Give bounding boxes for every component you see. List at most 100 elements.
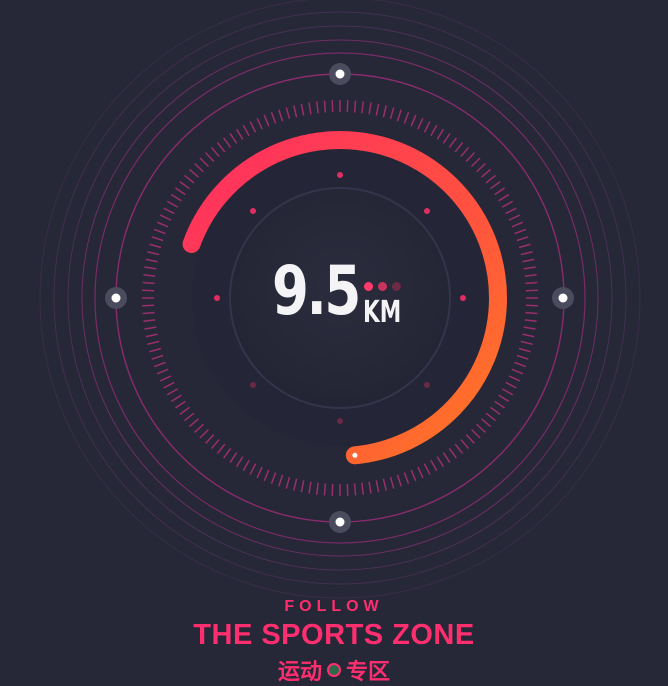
tick-mark <box>437 457 443 467</box>
tick-mark <box>383 105 386 117</box>
inner-dot <box>250 382 256 388</box>
tick-mark <box>195 424 204 432</box>
tick-mark <box>324 483 325 495</box>
tick-mark <box>147 252 159 255</box>
tick-mark <box>189 419 198 427</box>
tick-mark <box>369 102 371 114</box>
tick-mark <box>517 237 528 241</box>
tick-mark <box>455 143 462 152</box>
tick-mark <box>200 158 208 166</box>
tick-mark <box>185 413 194 420</box>
inner-dot <box>460 295 466 301</box>
tick-mark <box>461 147 469 156</box>
tick-mark <box>257 118 262 129</box>
tick-mark <box>455 444 462 453</box>
tick-mark <box>264 470 269 481</box>
tick-mark <box>279 475 283 486</box>
tick-mark <box>157 369 168 374</box>
tick-mark <box>294 105 297 117</box>
tick-mark <box>144 267 156 269</box>
tick-mark <box>195 164 204 172</box>
tick-mark <box>143 275 155 276</box>
tick-mark <box>383 479 386 491</box>
tick-mark <box>180 407 190 414</box>
tick-mark <box>154 229 165 233</box>
tick-mark <box>250 122 255 133</box>
tick-mark <box>175 401 185 408</box>
tick-mark <box>230 133 237 143</box>
tick-mark <box>522 334 534 336</box>
inner-dot <box>337 172 343 178</box>
sports-zone-title: THE SPORTS ZONE <box>0 619 668 652</box>
tick-mark <box>466 435 474 444</box>
tick-mark <box>271 112 275 123</box>
tick-mark <box>431 460 437 470</box>
tick-mark <box>524 327 536 329</box>
tick-mark <box>390 107 393 119</box>
tick-mark <box>376 104 378 116</box>
tick-mark <box>164 208 175 213</box>
distance-unit: KM <box>363 298 401 328</box>
tick-mark <box>525 282 537 283</box>
cn-left-text: 运动 <box>278 654 322 686</box>
node-left <box>105 287 127 309</box>
tick-mark <box>175 188 185 195</box>
tick-mark <box>355 101 356 113</box>
tick-mark <box>154 362 165 366</box>
tick-mark <box>437 129 443 139</box>
tick-mark <box>211 147 219 156</box>
tick-mark <box>490 182 500 189</box>
tick-mark <box>443 133 450 143</box>
tick-mark <box>217 143 224 152</box>
tick-mark <box>404 112 408 123</box>
tick-mark <box>509 215 520 220</box>
inner-dot <box>424 382 430 388</box>
tick-mark <box>449 448 456 458</box>
tick-mark <box>264 115 269 126</box>
dot-indicator <box>364 282 373 291</box>
tick-mark <box>490 407 500 414</box>
tick-mark <box>309 102 311 114</box>
tick-mark <box>424 464 429 475</box>
tick-mark <box>404 473 408 484</box>
tick-mark <box>499 195 509 201</box>
tick-mark <box>486 413 495 420</box>
tick-mark <box>143 320 155 321</box>
tick-mark <box>411 470 416 481</box>
tick-mark <box>286 477 289 489</box>
tick-mark <box>271 473 275 484</box>
tick-mark <box>411 115 416 126</box>
tick-mark <box>147 341 159 344</box>
tick-mark <box>206 153 214 162</box>
tick-mark <box>524 267 536 269</box>
tick-mark <box>424 122 429 133</box>
tick-mark <box>525 275 537 276</box>
tick-mark <box>481 419 490 427</box>
tick-mark <box>376 480 378 492</box>
tick-mark <box>146 334 158 336</box>
tick-mark <box>301 480 303 492</box>
tick-mark <box>506 208 517 213</box>
inner-dot <box>250 208 256 214</box>
cn-right-text: 专区 <box>346 654 390 686</box>
tick-mark <box>362 483 363 495</box>
tick-mark <box>521 341 533 344</box>
tick-mark <box>390 477 393 489</box>
tick-mark <box>515 362 526 366</box>
tick-mark <box>309 482 311 494</box>
tick-mark <box>286 107 289 119</box>
tick-mark <box>466 153 474 162</box>
tick-mark <box>317 101 318 113</box>
tick-mark <box>472 430 480 438</box>
tick-mark <box>495 401 505 408</box>
tick-mark <box>397 110 401 121</box>
tick-mark <box>443 453 450 463</box>
tick-mark <box>525 320 537 321</box>
tick-mark <box>250 464 255 475</box>
tick-mark <box>519 244 531 247</box>
progress-end-marker <box>352 453 357 458</box>
tick-mark <box>146 259 158 261</box>
tick-mark <box>499 395 509 401</box>
tick-mark <box>160 376 171 381</box>
tick-mark <box>324 101 325 113</box>
